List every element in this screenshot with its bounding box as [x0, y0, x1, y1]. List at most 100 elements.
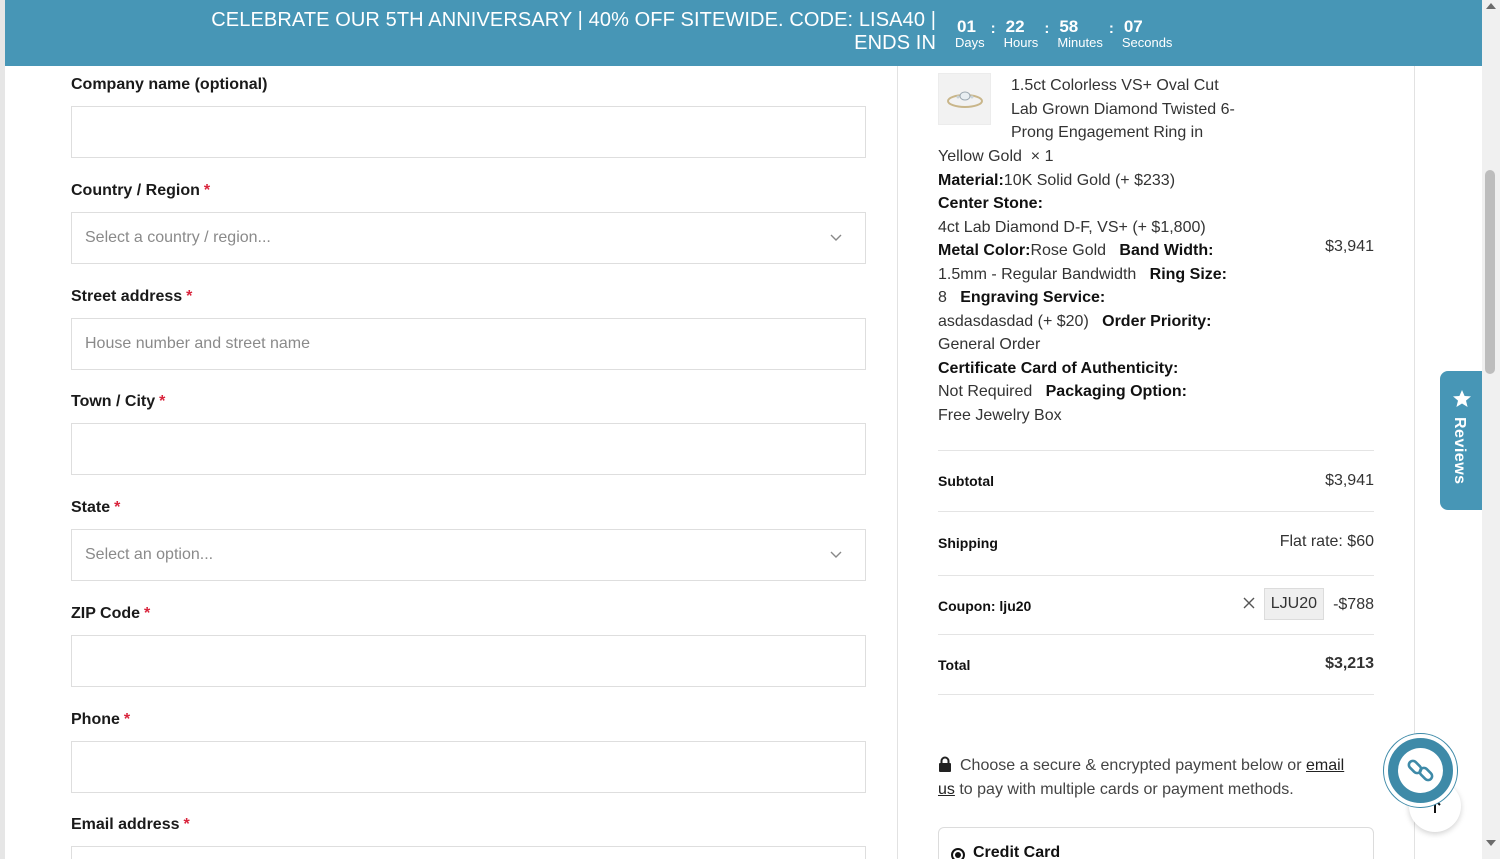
promo-line-2: ENDS IN: [854, 32, 936, 54]
option-value: Free Jewelry Box: [938, 406, 1062, 424]
state-placeholder: Select an option...: [85, 546, 214, 563]
email-label: Email address *: [71, 814, 866, 836]
state-field-group: State * Select an option...: [71, 497, 866, 581]
required-mark: *: [144, 605, 151, 622]
total-value: $3,213: [1325, 655, 1374, 672]
subtotal-row: Subtotal $3,941: [938, 450, 1374, 511]
option-value: Not Required: [938, 383, 1033, 400]
required-mark: *: [186, 288, 193, 305]
chevron-down-icon: [830, 234, 842, 241]
subtotal-label: Subtotal: [938, 473, 994, 489]
phone-input[interactable]: [71, 741, 866, 793]
option-value: 4ct Lab Diamond D-F, VS+ (+ $1,800): [938, 218, 1206, 236]
promo-text: CELEBRATE OUR 5TH ANNIVERSARY | 40% OFF …: [211, 9, 936, 55]
phone-field-group: Phone *: [71, 709, 866, 793]
zip-label-text: ZIP Code: [71, 605, 141, 622]
option-key: Certificate Card of Authenticity:: [938, 359, 1179, 377]
countdown-minutes-value: 58: [1059, 17, 1079, 36]
floating-link-inner: [1398, 748, 1443, 793]
coupon-value: -$788: [1333, 596, 1374, 613]
option-value: asdasdasdad (+ $20): [938, 312, 1089, 330]
checkout-page: CELEBRATE OUR 5TH ANNIVERSARY | 40% OFF …: [5, 0, 1482, 859]
country-label: Country / Region *: [71, 180, 866, 202]
zip-input[interactable]: [71, 635, 866, 687]
coupon-label: Coupon: lju20: [938, 598, 1032, 614]
state-select[interactable]: Select an option...: [71, 529, 866, 581]
phone-label-text: Phone: [71, 711, 120, 728]
option-key: Ring Size:: [1149, 265, 1227, 283]
option-value: 1.5mm - Regular Bandwidth: [938, 265, 1137, 283]
announcement-banner: CELEBRATE OUR 5TH ANNIVERSARY | 40% OFF …: [5, 0, 1482, 66]
product-title-tail: Yellow Gold: [938, 148, 1022, 165]
countdown-hours-label: Hours: [1003, 35, 1039, 50]
countdown-minutes-label: Minutes: [1057, 35, 1103, 50]
scroll-up-arrow-icon[interactable]: [1486, 3, 1496, 9]
state-label-text: State: [71, 499, 111, 516]
scrollbar-thumb[interactable]: [1485, 170, 1495, 374]
option-key: Engraving Service:: [960, 289, 1106, 306]
product-price: $3,941: [1325, 238, 1374, 255]
countdown-seconds-value: 07: [1123, 17, 1143, 36]
total-row: Total $3,213: [938, 634, 1374, 695]
company-input[interactable]: [71, 106, 866, 158]
option-value: Rose Gold: [1030, 242, 1107, 259]
product-details: Yellow Gold × 1 Material:10K Solid Gold …: [938, 145, 1238, 427]
countdown-separator: :: [1044, 20, 1050, 37]
countdown-hours-value: 22: [1005, 17, 1025, 36]
countdown-minutes: 58 Minutes: [1057, 17, 1103, 50]
country-select[interactable]: Select a country / region...: [71, 212, 866, 264]
countdown-days-label: Days: [955, 35, 985, 50]
countdown-seconds: 07 Seconds: [1121, 17, 1173, 50]
countdown-seconds-label: Seconds: [1121, 35, 1173, 50]
secure-note-text-2: to pay with multiple cards or payment me…: [959, 781, 1294, 798]
shipping-value: Flat rate: $60: [1279, 533, 1374, 550]
column-divider: [897, 66, 898, 859]
product-quantity: × 1: [1030, 148, 1054, 165]
shipping-row: Shipping Flat rate: $60: [938, 511, 1374, 575]
close-icon[interactable]: [1242, 596, 1256, 610]
ring-image: [947, 91, 983, 108]
option-key: Band Width:: [1119, 242, 1214, 259]
option-key: Metal Color:: [938, 242, 1031, 259]
option-value: 8: [938, 289, 947, 306]
shipping-label: Shipping: [938, 535, 998, 551]
street-field-group: Street address * House number and street …: [71, 286, 866, 370]
product-title: 1.5ct Colorless VS+ Oval Cut Lab Grown D…: [1011, 77, 1235, 141]
countdown-timer: 01 Days : 22 Hours : 58 Minutes : 07 Sec…: [955, 17, 1173, 50]
scroll-down-arrow-icon[interactable]: [1486, 840, 1496, 846]
payment-methods: Credit Card: [938, 827, 1374, 859]
link-icon: [1407, 759, 1434, 782]
street-label-text: Street address: [71, 288, 183, 305]
chevron-down-icon: [830, 551, 842, 558]
required-mark: *: [159, 393, 166, 410]
phone-label: Phone *: [71, 709, 866, 731]
reviews-tab[interactable]: Reviews: [1440, 371, 1484, 510]
countdown-separator: :: [990, 20, 996, 37]
secure-note-text: Choose a secure & encrypted payment belo…: [960, 757, 1302, 774]
floating-link-button[interactable]: [1384, 734, 1457, 807]
city-label-text: Town / City: [71, 393, 156, 410]
lock-icon: [939, 756, 951, 772]
email-us-link[interactable]: us: [938, 781, 955, 798]
email-us-link[interactable]: email: [1306, 757, 1344, 774]
required-mark: *: [123, 711, 131, 728]
countdown-hours: 22 Hours: [1003, 17, 1039, 50]
option-key: Packaging Option:: [1045, 383, 1187, 400]
city-input[interactable]: [71, 423, 866, 475]
star-icon: [1453, 390, 1471, 407]
company-label: Company name (optional): [71, 74, 866, 96]
option-value: 10K Solid Gold (+ $233): [1003, 171, 1176, 189]
city-field-group: Town / City *: [71, 391, 866, 475]
secure-payment-note: Choose a secure & encrypted payment belo…: [938, 754, 1368, 802]
credit-card-radio[interactable]: [951, 848, 965, 859]
countdown-separator: :: [1108, 20, 1114, 37]
page-scrollbar[interactable]: [1482, 0, 1500, 859]
country-placeholder: Select a country / region...: [85, 229, 271, 246]
coupon-code-chip: LJU20: [1263, 588, 1324, 620]
option-key: Center Stone:: [938, 195, 1043, 212]
credit-card-label[interactable]: Credit Card: [973, 844, 1060, 859]
street-input[interactable]: House number and street name: [71, 318, 866, 370]
email-input[interactable]: [71, 846, 866, 859]
city-label: Town / City *: [71, 391, 866, 413]
zip-label: ZIP Code *: [71, 603, 866, 625]
